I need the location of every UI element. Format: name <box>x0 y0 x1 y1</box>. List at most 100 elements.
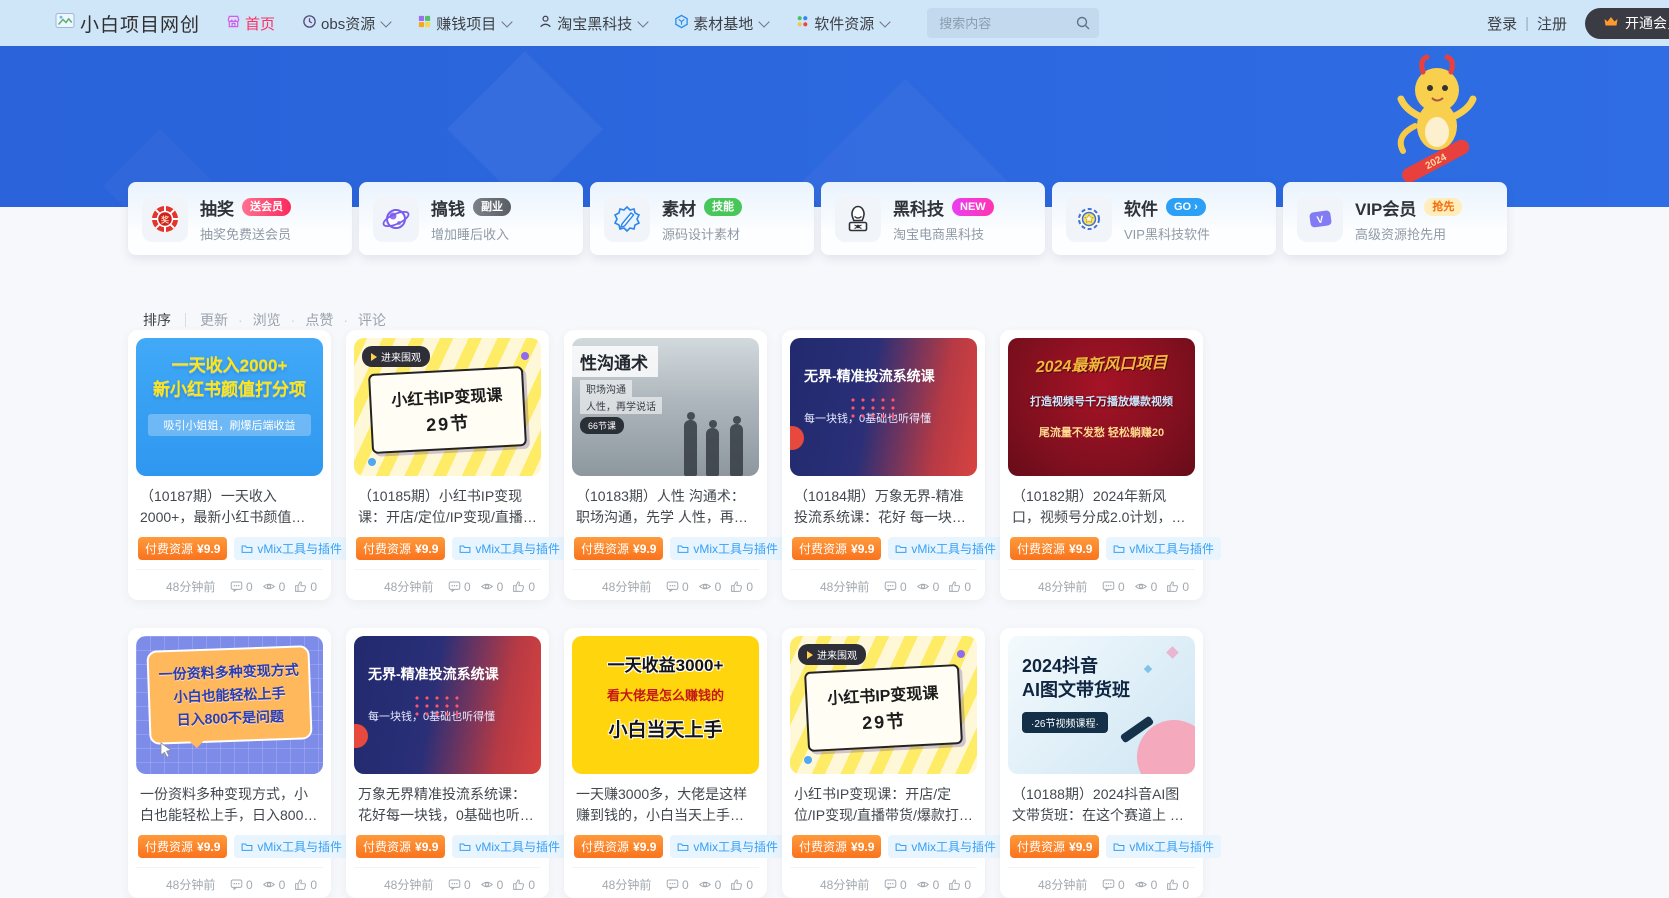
post-thumbnail[interactable]: 一份资料多种变现方式小白也能轻松上手日入800不是问题 <box>136 636 323 774</box>
price-tag[interactable]: 付费资源¥9.9 <box>1010 835 1099 858</box>
price-tag[interactable]: 付费资源¥9.9 <box>1010 537 1099 560</box>
post-title[interactable]: （10188期）2024抖音AI图文带货班：在这个赛道上 乘风破… <box>1008 784 1195 826</box>
category-tag[interactable]: vMix工具与插件 <box>1106 835 1221 858</box>
thumb-headline: 小红书IP变现课 <box>827 679 939 709</box>
views-count: 0 <box>497 878 504 892</box>
thumbs-up-icon <box>294 580 307 593</box>
feature-title: 素材 <box>662 195 696 220</box>
post-card[interactable]: 2024抖音AI图文带货班·26节视频课程· （10188期）2024抖音AI图文… <box>1000 628 1203 898</box>
price-tag[interactable]: 付费资源¥9.9 <box>356 537 445 560</box>
post-time: 48分钟前 <box>820 578 869 595</box>
post-thumbnail[interactable]: 进来围观小红书IP变现课29节 <box>790 636 977 774</box>
price-tag[interactable]: 付费资源¥9.9 <box>792 537 881 560</box>
post-thumbnail[interactable]: 一天收益3000+看大佬是怎么赚钱的小白当天上手 <box>572 636 759 774</box>
post-thumbnail[interactable]: 性沟通术职场沟通人性，再学说话66节课 <box>572 338 759 476</box>
price-tag[interactable]: 付费资源¥9.9 <box>574 537 663 560</box>
sort-option-likes[interactable]: 点赞 <box>281 310 334 330</box>
price-tag[interactable]: 付费资源¥9.9 <box>138 537 227 560</box>
post-stats: 000 <box>448 878 535 892</box>
post-tags: 付费资源¥9.9vMix工具与插件 <box>354 835 541 858</box>
search-input[interactable] <box>927 8 1099 38</box>
views-stat: 0 <box>262 878 286 892</box>
post-thumbnail[interactable]: 无界-精准投流系统课每一块钱，0基础也听得懂 <box>354 636 541 774</box>
post-thumbnail[interactable]: 无界-精准投流系统课每一块钱，0基础也听得懂 <box>790 338 977 476</box>
post-title[interactable]: 小红书IP变现课：开店/定位/IP变现/直播带货/爆款打造/涨价… <box>790 784 977 826</box>
post-card[interactable]: 无界-精准投流系统课每一块钱，0基础也听得懂 （10184期）万象无界-精准投流系… <box>782 330 985 600</box>
likes-count: 0 <box>746 878 753 892</box>
category-tag[interactable]: vMix工具与插件 <box>1106 537 1221 560</box>
views-stat: 0 <box>480 580 504 594</box>
post-card[interactable]: 性沟通术职场沟通人性，再学说话66节课 （10183期）人性 沟通术：职场沟通，先… <box>564 330 767 600</box>
feature-lottery[interactable]: 奖 抽奖送会员 抽奖免费送会员 <box>128 182 352 255</box>
post-footer: 48分钟前000 <box>1008 569 1195 595</box>
post-title[interactable]: 一份资料多种变现方式，小白也能轻松上手，日入800不是问题 <box>136 784 323 826</box>
category-tag[interactable]: vMix工具与插件 <box>452 835 567 858</box>
post-tags: 付费资源¥9.9vMix工具与插件 <box>136 835 323 858</box>
post-card[interactable]: 无界-精准投流系统课每一块钱，0基础也听得懂万象无界精准投流系统课：花好每一块钱… <box>346 628 549 898</box>
person-silhouette <box>730 424 743 476</box>
post-title[interactable]: （10183期）人性 沟通术：职场沟通，先学 人性，再学说… <box>572 486 759 528</box>
category-tag[interactable]: vMix工具与插件 <box>670 835 785 858</box>
clock-icon <box>302 14 317 33</box>
vip-button[interactable]: 开通会员 <box>1585 8 1669 39</box>
post-thumbnail[interactable]: 2024抖音AI图文带货班·26节视频课程· <box>1008 636 1195 774</box>
feature-software[interactable]: 软件GO › VIP黑科技软件 <box>1052 182 1276 255</box>
post-title[interactable]: （10184期）万象无界-精准投流系统课：花好 每一块钱，0… <box>790 486 977 528</box>
category-tag[interactable]: vMix工具与插件 <box>452 537 567 560</box>
thumb-headline: 一份资料多种变现方式 <box>158 660 299 685</box>
post-card[interactable]: 进来围观小红书IP变现课29节 （10185期）小红书IP变现课：开店/定位/IP… <box>346 330 549 600</box>
post-grid: 一天收入2000+新小红书颜值打分项吸引小姐姐，刷爆后端收益 （10187期）一天… <box>128 330 1203 898</box>
site-logo[interactable]: 小白项目网创 <box>55 10 200 37</box>
nav-label: 软件资源 <box>814 13 874 34</box>
nav-item-home[interactable]: 首页 <box>226 13 275 34</box>
register-link[interactable]: 注册 <box>1537 13 1567 34</box>
feature-material[interactable]: 素材技能 源码设计素材 <box>590 182 814 255</box>
thumb-subline: 人性，再学说话 <box>580 397 662 414</box>
nav-item-software[interactable]: 软件资源 <box>795 13 889 34</box>
post-tags: 付费资源¥9.9vMix工具与插件 <box>354 537 541 560</box>
price-tag[interactable]: 付费资源¥9.9 <box>574 835 663 858</box>
post-stats: 000 <box>1102 878 1189 892</box>
comment-icon <box>666 580 679 593</box>
category-tag[interactable]: vMix工具与插件 <box>234 537 349 560</box>
post-card[interactable]: 2024最新风口项目打造视频号千万播放爆款视频尾流量不发愁 轻松躺赚20 （101… <box>1000 330 1203 600</box>
feature-vip[interactable]: V VIP会员抢先 高级资源抢先用 <box>1283 182 1507 255</box>
nav-item-money[interactable]: 赚钱项目 <box>417 13 511 34</box>
feature-badge: NEW <box>952 198 994 216</box>
post-card[interactable]: 一天收入2000+新小红书颜值打分项吸引小姐姐，刷爆后端收益 （10187期）一天… <box>128 330 331 600</box>
nav-item-material[interactable]: 素材基地 <box>674 13 768 34</box>
post-thumbnail[interactable]: 2024最新风口项目打造视频号千万播放爆款视频尾流量不发愁 轻松躺赚20 <box>1008 338 1195 476</box>
post-title[interactable]: （10187期）一天收入2000+，最新小红书颜值打分项目，吸… <box>136 486 323 528</box>
sort-option-views[interactable]: 浏览 <box>228 310 281 330</box>
price-tag-label: 付费资源 <box>1017 838 1065 855</box>
top-navigation-bar: 小白项目网创 首页 obs资源 赚钱项目 淘宝黑科技 <box>0 0 1669 46</box>
post-title[interactable]: 一天赚3000多，大佬是这样赚到钱的，小白当天上手，穷人… <box>572 784 759 826</box>
post-title[interactable]: （10185期）小红书IP变现课：开店/定位/IP变现/直播带货/… <box>354 486 541 528</box>
price-tag[interactable]: 付费资源¥9.9 <box>792 835 881 858</box>
price-tag[interactable]: 付费资源¥9.9 <box>138 835 227 858</box>
likes-count: 0 <box>1182 878 1189 892</box>
feature-money[interactable]: 搞钱副业 增加睡后收入 <box>359 182 583 255</box>
post-card[interactable]: 一份资料多种变现方式小白也能轻松上手日入800不是问题一份资料多种变现方式，小白… <box>128 628 331 898</box>
nav-item-taobao[interactable]: 淘宝黑科技 <box>538 13 647 34</box>
post-title[interactable]: （10182期）2024年新风口，视频号分成2.0计划，多种玩… <box>1008 486 1195 528</box>
sort-option-update[interactable]: 更新 <box>200 310 228 330</box>
post-card[interactable]: 一天收益3000+看大佬是怎么赚钱的小白当天上手一天赚3000多，大佬是这样赚到… <box>564 628 767 898</box>
search-icon[interactable] <box>1075 15 1091 36</box>
post-thumbnail[interactable]: 一天收入2000+新小红书颜值打分项吸引小姐姐，刷爆后端收益 <box>136 338 323 476</box>
category-tag[interactable]: vMix工具与插件 <box>234 835 349 858</box>
login-link[interactable]: 登录 <box>1487 13 1517 34</box>
category-tag[interactable]: vMix工具与插件 <box>888 835 1003 858</box>
post-card[interactable]: 进来围观小红书IP变现课29节小红书IP变现课：开店/定位/IP变现/直播带货/… <box>782 628 985 898</box>
views-count: 0 <box>715 878 722 892</box>
post-thumbnail[interactable]: 进来围观小红书IP变现课29节 <box>354 338 541 476</box>
feature-blacktech[interactable]: 黑科技NEW 淘宝电商黑科技 <box>821 182 1045 255</box>
post-title[interactable]: 万象无界精准投流系统课：花好每一块钱，0基础也听得懂（… <box>354 784 541 826</box>
price-tag[interactable]: 付费资源¥9.9 <box>356 835 445 858</box>
category-tag[interactable]: vMix工具与插件 <box>888 537 1003 560</box>
views-stat: 0 <box>698 580 722 594</box>
comment-icon <box>448 878 461 891</box>
sort-option-comments[interactable]: 评论 <box>333 310 386 330</box>
category-tag[interactable]: vMix工具与插件 <box>670 537 785 560</box>
nav-item-obs[interactable]: obs资源 <box>302 13 390 34</box>
